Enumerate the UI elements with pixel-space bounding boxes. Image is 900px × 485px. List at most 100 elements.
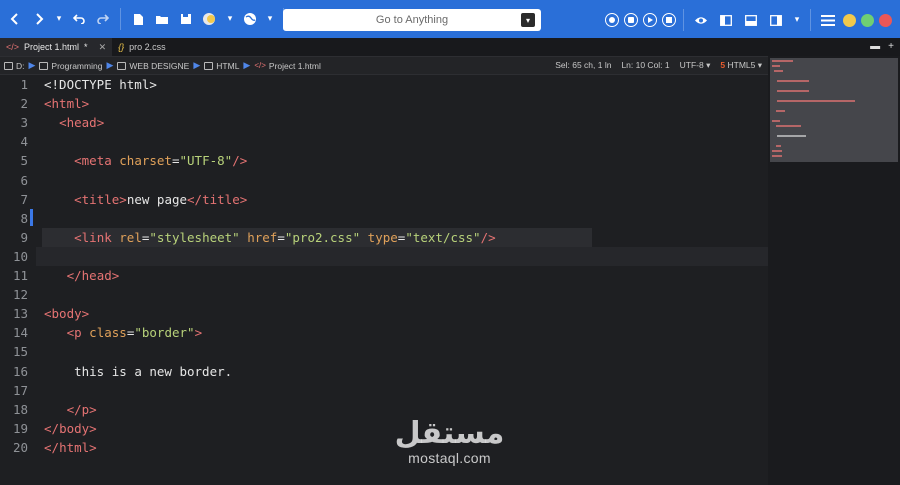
code-line[interactable]: 6 (0, 171, 768, 190)
code-line[interactable]: 2 <html> (0, 94, 768, 113)
cursor-position[interactable]: Ln: 10 Col: 1 (621, 60, 669, 71)
line-number: 19 (12, 420, 28, 436)
browser-dropdown-icon[interactable]: ▾ (264, 9, 276, 29)
watermark-latin: mostaql.com (408, 450, 491, 466)
focus-mode-eye-icon[interactable] (691, 10, 711, 30)
toggle-left-pane-icon[interactable] (716, 10, 736, 30)
line-number: 15 (12, 344, 28, 360)
close-window-icon[interactable] (879, 13, 892, 27)
minimap-line (776, 100, 856, 102)
code-text: this is a new border. (74, 363, 233, 379)
go-to-anything-dropdown-icon[interactable]: ▾ (521, 13, 535, 27)
code-line[interactable]: 12 (0, 285, 768, 304)
breadcrumb-item-programming[interactable]: Programming (39, 61, 102, 71)
toolbox-icon[interactable] (200, 9, 220, 29)
code-text: <!DOCTYPE html> (44, 77, 157, 92)
breadcrumb-label: WEB DESIGNE (129, 60, 190, 71)
minimap-line (772, 60, 793, 62)
code-text: <p class="border"> (66, 325, 203, 341)
code-text: </p> (66, 401, 97, 417)
code-line[interactable]: 13 <body> (0, 304, 768, 323)
code-line[interactable]: 17 (0, 381, 768, 400)
breadcrumb-item-drive[interactable]: D: (4, 61, 25, 71)
toggle-right-pane-icon[interactable] (766, 10, 786, 30)
line-number: 7 (20, 191, 28, 207)
history-dropdown-icon[interactable]: ▾ (53, 9, 65, 29)
code-line[interactable]: 20 </html> (0, 438, 768, 457)
save-icon[interactable] (176, 9, 196, 29)
line-number: 5 (20, 153, 28, 169)
code-line[interactable]: 10 (0, 246, 768, 266)
minimap-line (772, 65, 781, 67)
code-text: </body> (44, 420, 97, 436)
minimap-line (776, 135, 807, 137)
line-number: 6 (20, 172, 28, 188)
code-line[interactable]: 16 this is a new border. (0, 362, 768, 381)
save-macro-icon[interactable] (662, 13, 676, 27)
breadcrumb-item-html[interactable]: HTML (204, 61, 239, 71)
code-line[interactable]: 1 <!DOCTYPE html> (0, 75, 768, 94)
code-line[interactable]: 4 (0, 132, 768, 151)
redo-icon[interactable] (93, 9, 113, 29)
breadcrumb-separator-icon: ▶ (28, 60, 36, 70)
code-editor[interactable]: 1 <!DOCTYPE html> 2 <html> 3 <head> 4 5 <meta … (0, 75, 768, 485)
stop-macro-icon[interactable] (624, 13, 638, 27)
code-line[interactable]: 15 (0, 342, 768, 361)
code-text: <title>new page</title> (74, 191, 248, 207)
minimap-line (772, 155, 782, 157)
tab-list-icon[interactable]: ▬ (870, 41, 880, 52)
breadcrumb-item-web-designe[interactable]: WEB DESIGNE (117, 61, 189, 71)
watermark-arabic: مستقل (394, 416, 505, 451)
back-icon[interactable] (5, 9, 25, 29)
breadcrumb-item-file[interactable]: </> Project 1.html (254, 61, 321, 71)
toggle-bottom-pane-icon[interactable] (741, 10, 761, 30)
code-line[interactable]: 7 <title>new page</title> (0, 190, 768, 209)
hamburger-menu-icon[interactable] (818, 10, 838, 30)
code-line[interactable]: 3 <head> (0, 113, 768, 132)
tabs-right-group: ▬ + (870, 41, 894, 52)
breadcrumb-separator-icon: ▶ (193, 60, 201, 70)
close-tab-icon[interactable]: ✕ (99, 42, 107, 53)
language-label: HTML5 (727, 60, 756, 70)
status-info: Sel: 65 ch, 1 ln Ln: 10 Col: 1 UTF-8 ▾ 5… (555, 60, 762, 71)
new-tab-icon[interactable]: + (888, 41, 894, 52)
code-line[interactable]: 18 </p> (0, 400, 768, 419)
encoding-selector[interactable]: UTF-8 ▾ (680, 60, 711, 71)
record-macro-icon[interactable] (605, 13, 619, 27)
code-line[interactable]: 5 <meta charset="UTF-8"/> (0, 151, 768, 170)
breadcrumb-separator-icon: ▶ (243, 60, 251, 70)
toolbar-divider (683, 9, 684, 31)
toolbox-dropdown-icon[interactable]: ▾ (224, 9, 236, 29)
layout-dropdown-icon[interactable]: ▾ (791, 10, 803, 30)
minimap[interactable] (768, 56, 900, 485)
breadcrumb-label: Project 1.html (268, 60, 321, 71)
change-marker (30, 208, 33, 226)
line-number: 1 (20, 77, 28, 92)
breadcrumb: D: ▶ Programming ▶ WEB DESIGNE ▶ HTML ▶ … (0, 56, 768, 75)
language-selector[interactable]: 5 HTML5 ▾ (720, 60, 762, 71)
browser-preview-icon[interactable] (240, 9, 260, 29)
breadcrumb-separator-icon: ▶ (106, 60, 114, 70)
play-macro-icon[interactable] (643, 13, 657, 27)
forward-icon[interactable] (29, 9, 49, 29)
encoding-label: UTF-8 (679, 60, 704, 70)
new-file-icon[interactable] (128, 9, 148, 29)
code-line[interactable]: 11 </head> (0, 266, 768, 285)
tab-pro-2-css[interactable]: {} pro 2.css (112, 38, 172, 56)
undo-icon[interactable] (69, 9, 89, 29)
toolbar-right-group: ▾ (605, 9, 892, 31)
tab-project-1-html[interactable]: </> Project 1.html * ✕ (0, 38, 113, 56)
maximize-window-icon[interactable] (861, 13, 874, 27)
open-folder-icon[interactable] (152, 9, 172, 29)
html-code-icon: </> (6, 42, 20, 52)
code-text: <body> (44, 306, 90, 322)
code-line[interactable]: 8 (0, 208, 768, 228)
code-line[interactable]: 9 <link rel="stylesheet" href="pro2.css"… (0, 227, 768, 247)
code-line[interactable]: 19 </body> (0, 419, 768, 438)
code-text: </head> (66, 268, 120, 283)
minimap-viewport[interactable] (770, 58, 898, 162)
breadcrumb-label: Programming (51, 60, 103, 71)
go-to-anything-input[interactable]: Go to Anything ▾ (283, 9, 541, 31)
code-line[interactable]: 14 <p class="border"> (0, 323, 768, 342)
minimize-window-icon[interactable] (843, 13, 856, 27)
